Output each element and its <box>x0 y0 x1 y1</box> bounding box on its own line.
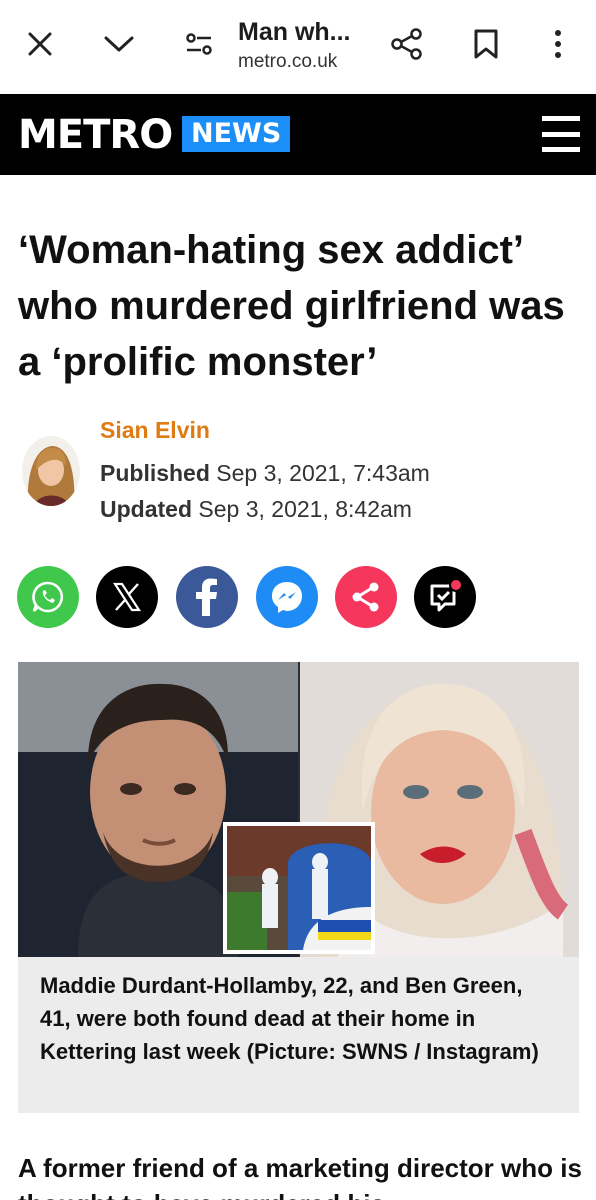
browser-toolbar: Man wh... metro.co.uk <box>0 0 596 94</box>
whatsapp-share-button[interactable] <box>17 566 79 628</box>
close-icon[interactable] <box>16 20 64 68</box>
x-icon <box>112 582 142 612</box>
article-headline: ‘Woman-hating sex addict’ who murdered g… <box>18 228 565 384</box>
comments-button[interactable] <box>414 566 476 628</box>
chevron-down-icon[interactable] <box>95 20 143 68</box>
article-body: A former friend of a marketing director … <box>18 1153 582 1200</box>
section-badge[interactable]: NEWS <box>182 116 291 152</box>
updated-line: Updated Sep 3, 2021, 8:42am <box>100 496 412 523</box>
metro-logo[interactable]: METRO <box>18 112 173 158</box>
bookmark-icon[interactable] <box>462 20 510 68</box>
author-name[interactable]: Sian Elvin <box>100 417 210 444</box>
page-title: Man wh... <box>238 18 351 46</box>
hamburger-menu-icon[interactable] <box>542 114 580 154</box>
share-icon[interactable] <box>383 20 431 68</box>
updated-date: Sep 3, 2021, 8:42am <box>198 496 412 522</box>
page-title-area[interactable]: Man wh... metro.co.uk <box>238 18 378 73</box>
more-share-button[interactable] <box>335 566 397 628</box>
published-date: Sep 3, 2021, 7:43am <box>216 460 430 486</box>
share-icon <box>352 582 379 612</box>
x-share-button[interactable] <box>96 566 158 628</box>
messenger-share-button[interactable] <box>256 566 318 628</box>
page-settings-icon[interactable] <box>175 20 223 68</box>
author-avatar[interactable] <box>22 436 80 506</box>
site-header: METRO NEWS <box>0 94 596 175</box>
whatsapp-icon <box>32 581 64 613</box>
more-vert-icon[interactable] <box>534 20 582 68</box>
comment-icon <box>430 578 463 612</box>
messenger-icon <box>272 582 302 613</box>
updated-label: Updated <box>100 496 192 522</box>
page-domain: metro.co.uk <box>238 51 338 72</box>
published-label: Published <box>100 460 210 486</box>
facebook-icon <box>196 578 217 616</box>
article-image[interactable] <box>18 662 579 957</box>
published-line: Published Sep 3, 2021, 7:43am <box>100 460 430 487</box>
facebook-share-button[interactable] <box>176 566 238 628</box>
image-caption: Maddie Durdant-Hollamby, 22, and Ben Gre… <box>18 957 579 1113</box>
